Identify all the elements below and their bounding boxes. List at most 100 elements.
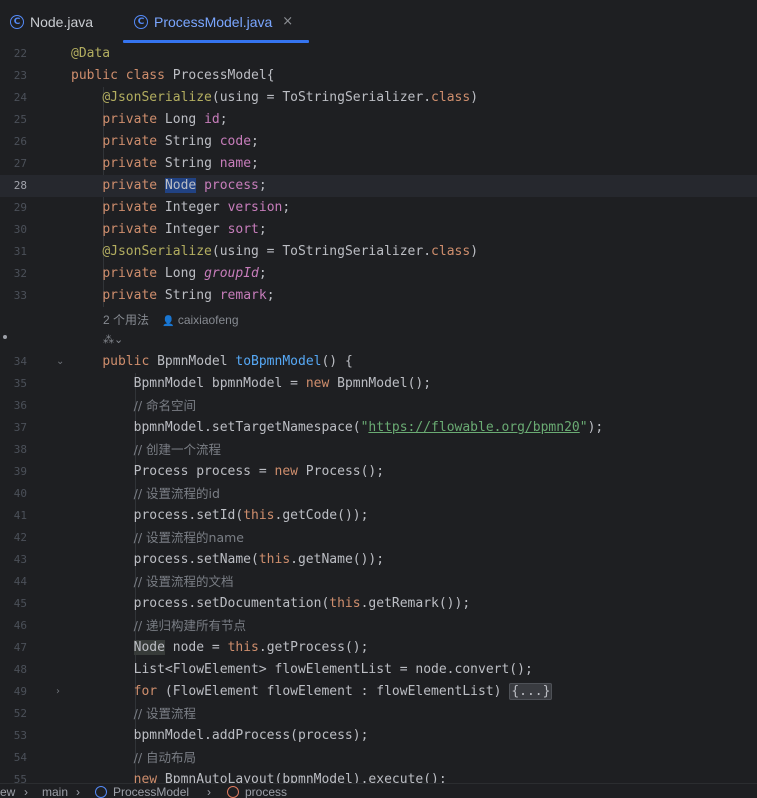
line-number[interactable]: 32 xyxy=(0,263,27,285)
code-line[interactable]: 39 Process process = new Process(); xyxy=(0,461,757,483)
code-text[interactable]: // 设置流程的文档 xyxy=(71,571,234,594)
line-number[interactable]: 37 xyxy=(0,417,27,439)
code-line[interactable]: 47 Node node = this.getProcess(); xyxy=(0,637,757,659)
code-line[interactable]: 28 private Node process; xyxy=(0,175,757,197)
code-text[interactable]: private Long id; xyxy=(71,109,227,131)
line-number[interactable]: 40 xyxy=(0,483,27,505)
line-number[interactable]: 26 xyxy=(0,131,27,153)
line-number[interactable]: 22 xyxy=(0,43,27,65)
code-line[interactable]: 43 process.setName(this.getName()); xyxy=(0,549,757,571)
code-text[interactable]: private Node process; xyxy=(71,175,267,197)
line-number[interactable]: 45 xyxy=(0,593,27,615)
code-text[interactable]: @JsonSerialize(using = ToStringSerialize… xyxy=(71,87,478,109)
line-number[interactable]: 49 xyxy=(0,681,27,703)
code-line[interactable]: 52 // 设置流程 xyxy=(0,703,757,725)
code-text[interactable]: List<FlowElement> flowElementList = node… xyxy=(71,659,533,681)
code-text[interactable]: @Data xyxy=(71,43,110,65)
line-number[interactable]: 28 xyxy=(0,175,27,197)
fold-toggle-icon[interactable]: › xyxy=(56,681,60,703)
code-text[interactable]: Process process = new Process(); xyxy=(71,461,384,483)
ai-hint-icon[interactable]: ⁂⌄ xyxy=(103,331,123,349)
code-text[interactable]: private Integer version; xyxy=(71,197,290,219)
line-number[interactable]: 52 xyxy=(0,703,27,725)
code-line[interactable]: 34 ⌄ public BpmnModel toBpmnModel() { xyxy=(0,351,757,373)
code-line[interactable]: 41 process.setId(this.getCode()); xyxy=(0,505,757,527)
code-line[interactable]: 40 // 设置流程的id xyxy=(0,483,757,505)
line-number[interactable]: 53 xyxy=(0,725,27,747)
code-line[interactable]: 35 BpmnModel bpmnModel = new BpmnModel()… xyxy=(0,373,757,395)
code-text[interactable]: public class ProcessModel{ xyxy=(71,65,275,87)
line-number[interactable]: 23 xyxy=(0,65,27,87)
line-number[interactable]: 54 xyxy=(0,747,27,769)
breadcrumb-item[interactable]: process xyxy=(245,785,287,798)
line-number[interactable]: 36 xyxy=(0,395,27,417)
line-number[interactable]: 39 xyxy=(0,461,27,483)
breadcrumb-item[interactable]: ProcessModel xyxy=(113,785,189,798)
line-number[interactable]: 42 xyxy=(0,527,27,549)
line-number[interactable]: 47 xyxy=(0,637,27,659)
code-text[interactable]: // 命名空间 xyxy=(71,395,196,418)
code-text[interactable]: @JsonSerialize(using = ToStringSerialize… xyxy=(71,241,478,263)
code-text[interactable]: // 设置流程的name xyxy=(71,527,244,550)
code-line[interactable]: 38 // 创建一个流程 xyxy=(0,439,757,461)
line-number[interactable]: 48 xyxy=(0,659,27,681)
code-line[interactable]: 23 public class ProcessModel{ xyxy=(0,65,757,87)
code-line[interactable]: 53 bpmnModel.addProcess(process); xyxy=(0,725,757,747)
close-icon[interactable]: × xyxy=(282,14,293,29)
code-text[interactable]: bpmnModel.addProcess(process); xyxy=(71,725,369,747)
code-line[interactable]: 29 private Integer version; xyxy=(0,197,757,219)
code-line[interactable]: 24 @JsonSerialize(using = ToStringSerial… xyxy=(0,87,757,109)
code-text[interactable]: private Long groupId; xyxy=(71,263,266,285)
code-line[interactable]: 33 private String remark; xyxy=(0,285,757,307)
line-number[interactable]: 27 xyxy=(0,153,27,175)
line-number[interactable]: 34 xyxy=(0,351,27,373)
author-hint[interactable]: caixiaofeng xyxy=(178,313,239,327)
code-line[interactable]: 36 // 命名空间 xyxy=(0,395,757,417)
code-text[interactable]: private String code; xyxy=(71,131,259,153)
line-number[interactable]: 24 xyxy=(0,87,27,109)
line-number[interactable]: 44 xyxy=(0,571,27,593)
code-text[interactable]: public BpmnModel toBpmnModel() { xyxy=(71,351,352,373)
code-editor[interactable]: 2 个用法 👤 caixiaofeng ⁂⌄ 22 @Data 23 public cl… xyxy=(0,43,757,787)
code-line[interactable]: 42 // 设置流程的name xyxy=(0,527,757,549)
tab-node-java[interactable]: C Node.java xyxy=(10,0,93,43)
breadcrumb-item[interactable]: ew xyxy=(0,785,15,798)
code-text[interactable]: private Integer sort; xyxy=(71,219,266,241)
code-text[interactable]: BpmnModel bpmnModel = new BpmnModel(); xyxy=(71,373,431,395)
code-vision-hint[interactable]: 2 个用法 👤 caixiaofeng xyxy=(103,309,239,333)
code-text[interactable]: // 创建一个流程 xyxy=(71,439,221,462)
line-number[interactable]: 35 xyxy=(0,373,27,395)
code-line[interactable]: 27 private String name; xyxy=(0,153,757,175)
code-text[interactable]: bpmnModel.setTargetNamespace("https://fl… xyxy=(71,417,604,439)
line-number[interactable]: 31 xyxy=(0,241,27,263)
line-number[interactable]: 38 xyxy=(0,439,27,461)
code-line[interactable]: 31 @JsonSerialize(using = ToStringSerial… xyxy=(0,241,757,263)
code-line[interactable]: 44 // 设置流程的文档 xyxy=(0,571,757,593)
code-line[interactable]: 32 private Long groupId; xyxy=(0,263,757,285)
line-number[interactable]: 43 xyxy=(0,549,27,571)
code-text[interactable]: Node node = this.getProcess(); xyxy=(71,637,368,659)
code-text[interactable]: process.setName(this.getName()); xyxy=(71,549,384,571)
line-number[interactable]: 25 xyxy=(0,109,27,131)
usages-hint[interactable]: 2 个用法 xyxy=(103,313,149,327)
line-number[interactable]: 29 xyxy=(0,197,27,219)
code-text[interactable]: // 递归构建所有节点 xyxy=(71,615,246,638)
code-text[interactable]: // 设置流程的id xyxy=(71,483,220,506)
code-line[interactable]: 45 process.setDocumentation(this.getRema… xyxy=(0,593,757,615)
code-text[interactable]: private String remark; xyxy=(71,285,274,307)
code-line[interactable]: 46 // 递归构建所有节点 xyxy=(0,615,757,637)
line-number[interactable]: 30 xyxy=(0,219,27,241)
code-line[interactable]: 25 private Long id; xyxy=(0,109,757,131)
code-line[interactable]: 37 bpmnModel.setTargetNamespace("https:/… xyxy=(0,417,757,439)
code-line[interactable]: 49 › for (FlowElement flowElement : flowE… xyxy=(0,681,757,703)
code-text[interactable]: process.setDocumentation(this.getRemark(… xyxy=(71,593,471,615)
fold-toggle-icon[interactable]: ⌄ xyxy=(56,351,64,373)
tab-processmodel-java[interactable]: C ProcessModel.java × xyxy=(122,0,310,43)
code-text[interactable]: for (FlowElement flowElement : flowEleme… xyxy=(71,681,553,703)
code-line[interactable]: 30 private Integer sort; xyxy=(0,219,757,241)
code-text[interactable]: process.setId(this.getCode()); xyxy=(71,505,369,527)
line-number[interactable]: 41 xyxy=(0,505,27,527)
line-number[interactable]: 33 xyxy=(0,285,27,307)
code-line[interactable]: 48 List<FlowElement> flowElementList = n… xyxy=(0,659,757,681)
code-text[interactable]: private String name; xyxy=(71,153,259,175)
